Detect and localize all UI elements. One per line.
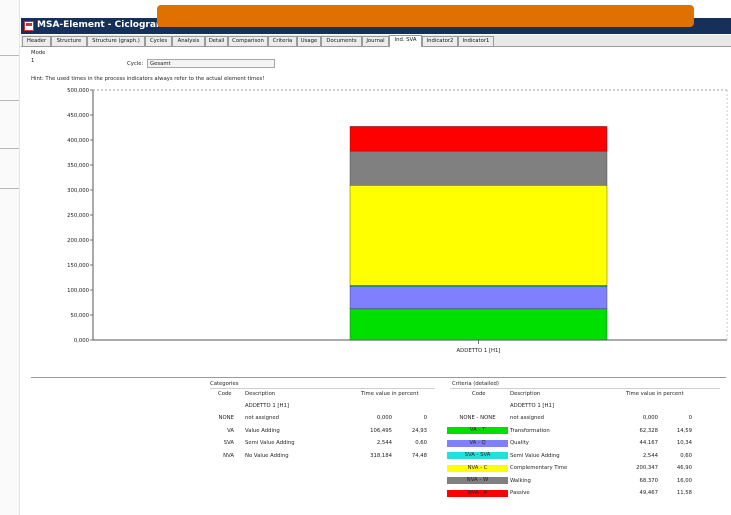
y-tick-label: 450,000: [67, 113, 90, 119]
category-code: SVA: [223, 440, 234, 446]
criteria-header-code: Code: [472, 391, 486, 397]
bar-segment: [349, 185, 608, 286]
criteria-code-swatch: NVA - W: [447, 477, 508, 484]
y-tick-label: 250,000: [67, 213, 90, 219]
category-value: 0,000: [376, 415, 392, 421]
criteria-description: Quality: [510, 440, 529, 446]
criteria-percent: 11,58: [676, 490, 692, 496]
criteria-percent: 0: [688, 415, 692, 421]
category-percent: 0,60: [415, 440, 427, 446]
category-description: not assigned: [245, 415, 279, 421]
categories-header-time: Time value in percent: [361, 391, 419, 397]
y-tick-label: 200,000: [67, 238, 90, 244]
criteria-value: 2,544: [642, 452, 658, 459]
criteria-percent: 16,00: [676, 477, 692, 484]
criteria-code-swatch: NVA - C: [447, 464, 508, 472]
table-divider: [450, 388, 720, 389]
splitter[interactable]: [31, 377, 726, 378]
criteria-value: 68,370: [639, 477, 658, 484]
y-tick-label: 150,000: [67, 263, 90, 269]
category-code: VA: [227, 427, 234, 434]
category-value: 318,184: [370, 452, 392, 459]
criteria-percent: 0,60: [680, 452, 692, 459]
criteria-header-time: Time value in percent: [626, 391, 684, 397]
y-tick-label: 500,000: [67, 88, 90, 94]
criteria-description: Complementary Time: [510, 465, 568, 471]
y-tick-label: 350,000: [67, 163, 90, 169]
criteria-code-swatch: NONE - NONE: [447, 414, 508, 422]
categories-subheader: ADDETTO 1 [H1]: [245, 403, 289, 409]
categories-header-code: Code: [218, 391, 232, 397]
criteria-value: 200,347: [636, 465, 658, 471]
categories-header-description: Description: [245, 391, 276, 397]
criteria-percent: 46,90: [676, 465, 692, 471]
categories-title: Categories: [210, 381, 239, 387]
bar-segment: [349, 308, 608, 341]
category-code: NONE: [218, 415, 234, 421]
category-percent: 74,48: [411, 452, 427, 459]
criteria-description: Walking: [510, 477, 531, 484]
criteria-value: 62,328: [639, 427, 658, 434]
criteria-value: 44,167: [639, 440, 658, 446]
y-tick-label: 100,000: [67, 288, 90, 294]
category-description: No Value Adding: [245, 452, 289, 459]
bar-segment: [349, 286, 608, 310]
criteria-description: Semi Value Adding: [510, 452, 560, 459]
criteria-value: 49,467: [639, 490, 658, 496]
criteria-code-swatch: VA - Q: [447, 439, 508, 447]
category-description: Value Adding: [245, 427, 280, 434]
criteria-code-swatch: VA - T: [447, 427, 508, 434]
criteria-code-swatch: NVA - P: [447, 489, 508, 497]
criteria-header-description: Description: [510, 391, 541, 397]
category-code: NVA: [223, 452, 234, 459]
y-tick-label: 300,000: [67, 188, 90, 194]
criteria-description: Transformation: [510, 427, 550, 434]
table-divider: [210, 388, 435, 389]
category-value: 106,495: [370, 427, 392, 434]
criteria-subheader: ADDETTO 1 [H1]: [510, 403, 554, 409]
category-percent: 0: [423, 415, 427, 421]
category-description: Semi Value Adding: [245, 440, 295, 446]
y-tick-label: 400,000: [67, 138, 90, 144]
criteria-percent: 10,34: [676, 440, 692, 446]
category-value: 2,544: [376, 440, 392, 446]
bar-segment: [349, 126, 608, 152]
criteria-title: Criteria (detailed): [452, 381, 499, 387]
criteria-description: Passive: [510, 490, 530, 496]
x-tick-label: ADDETTO 1 [H1]: [457, 348, 501, 354]
criteria-value: 0,000: [642, 415, 658, 421]
criteria-description: not assigned: [510, 415, 544, 421]
stacked-bar-chart: 0,000 50,000 100,000 150,000 200,000 250,000 3…: [67, 88, 728, 354]
y-tick-label: 50,000: [70, 313, 89, 319]
y-tick-label: 0,000: [74, 338, 90, 344]
criteria-code-swatch: SVA - SVA: [447, 452, 508, 459]
criteria-percent: 14,59: [676, 427, 692, 434]
category-percent: 24,93: [411, 427, 427, 434]
bar-segment: [349, 150, 608, 186]
